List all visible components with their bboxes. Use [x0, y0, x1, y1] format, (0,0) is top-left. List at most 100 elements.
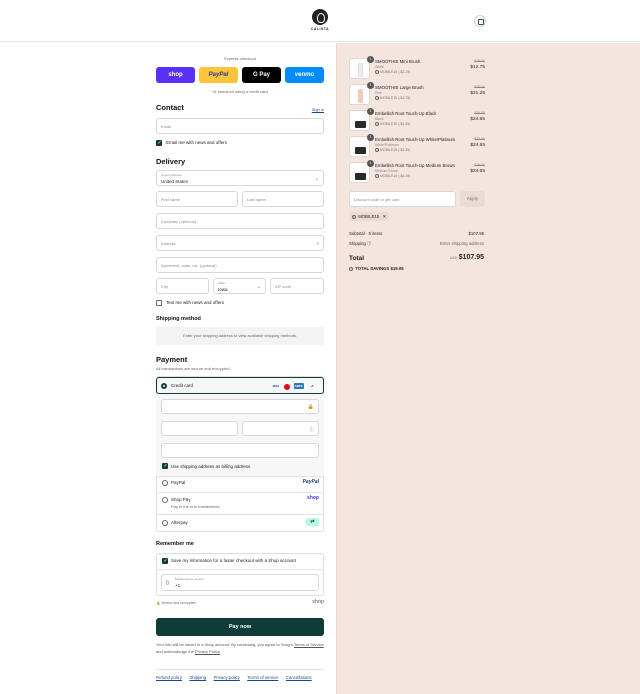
save-info-checkbox[interactable]: [162, 558, 168, 564]
last-name-field[interactable]: Last name: [242, 191, 324, 207]
pay-now-button[interactable]: Pay now: [156, 618, 324, 636]
shop-pay-radio[interactable]: [162, 497, 168, 503]
item-original-price: $25.00: [474, 85, 485, 89]
afterpay-radio[interactable]: [162, 520, 168, 526]
state-label: State: [218, 281, 226, 285]
savings-value: $19.05: [390, 266, 404, 271]
applied-code: MOBILE15: [358, 214, 380, 219]
email-news-label: Email me with news and offers: [166, 140, 227, 145]
venmo-express-button[interactable]: venmo: [285, 67, 324, 83]
visa-icon: VISA: [272, 384, 280, 388]
apply-button[interactable]: Apply: [460, 191, 485, 207]
shipping-summary: Shipping ⓘ: [349, 241, 371, 247]
shipping-link[interactable]: Shipping: [189, 675, 206, 680]
city-field[interactable]: City: [156, 278, 209, 294]
first-name-field[interactable]: First name: [156, 191, 238, 207]
city-placeholder: City: [161, 284, 168, 289]
shipping-value: Enter shipping address: [440, 241, 484, 246]
brand-logo[interactable]: CALISTA: [309, 9, 331, 31]
text-news-label: Text me with news and offers: [166, 300, 224, 305]
terms-of-service-link[interactable]: Terms of service: [247, 675, 278, 680]
item-original-price: $29.00: [474, 137, 485, 141]
item-discount: MOBILE15 (-$4.35): [375, 148, 410, 152]
cart-bag-icon[interactable]: [474, 15, 486, 27]
credit-card-option[interactable]: Credit card VISA MC AMEX +5: [156, 377, 324, 394]
company-placeholder: Company (optional): [161, 219, 196, 224]
mobile-phone-field[interactable]: ▯ Mobile phone number +1: [161, 574, 319, 591]
email-news-checkbox[interactable]: [156, 140, 162, 146]
credit-card-radio[interactable]: [161, 383, 167, 389]
product-thumbnail: 1: [349, 160, 374, 183]
paypal-radio[interactable]: [162, 480, 168, 486]
expiration-date-field[interactable]: [161, 421, 238, 436]
tag-icon: [375, 122, 379, 126]
privacy-policy-link[interactable]: Privacy policy: [214, 675, 240, 680]
shipping-method-heading: Shipping method: [156, 316, 201, 322]
state-value: Iowa: [218, 287, 228, 292]
name-on-card-field[interactable]: [161, 443, 319, 458]
shipping-method-note: Enter your shipping address to view avai…: [156, 327, 324, 345]
help-circle-icon: ⓘ: [308, 427, 314, 433]
zip-field[interactable]: ZIP code: [270, 278, 324, 294]
address-field[interactable]: Address ⌕: [156, 235, 324, 251]
item-discount-code: MOBILE15 (-$4.35): [380, 122, 411, 126]
phone-label: Mobile phone number: [175, 577, 205, 581]
payment-subtitle: All transactions are secure and encrypte…: [156, 366, 231, 371]
cancellations-link[interactable]: Cancellations: [286, 675, 312, 680]
text-news-checkbox[interactable]: [156, 300, 162, 306]
cart-item: 1 SMOOTHIE Mini Brush White MOBILE15 (-$…: [349, 56, 485, 82]
google-pay-express-button[interactable]: G Pay: [242, 67, 281, 83]
product-thumbnail: 1: [349, 82, 374, 105]
shop-pay-subtext: Pay in full or in installments: [171, 504, 220, 509]
item-price: $24.65: [470, 143, 485, 148]
first-name-placeholder: First name: [161, 197, 180, 202]
product-thumbnail: 1: [349, 108, 374, 131]
billing-same-checkbox[interactable]: [162, 463, 168, 469]
paypal-express-button[interactable]: PayPal: [199, 67, 238, 83]
state-select[interactable]: State Iowa ⌄: [213, 278, 266, 294]
security-code-field[interactable]: ⓘ: [242, 421, 319, 436]
cart-item: 1 Embellish Root Touch-Up Medium Brown M…: [349, 160, 485, 186]
subtotal-value: $107.95: [468, 231, 484, 236]
payment-heading: Payment: [156, 355, 188, 364]
quantity-badge: 1: [367, 160, 374, 167]
tag-icon: [375, 174, 379, 178]
item-variant: Pink: [375, 91, 382, 95]
item-name: SMOOTHIE Large Brush: [375, 85, 424, 90]
terms-link[interactable]: Terms of Service: [294, 642, 324, 647]
footer-links: Refund policy Shipping Privacy policy Te…: [156, 675, 324, 681]
cart-item: 1 SMOOTHIE Large Brush Pink MOBILE15 (-$…: [349, 82, 485, 108]
country-value: United States: [161, 179, 189, 184]
billing-same-label: Use shipping address as billing address: [171, 464, 251, 469]
express-checkout-title: Express checkout: [224, 56, 256, 61]
discount-code-field[interactable]: Discount code or gift card: [349, 191, 456, 207]
item-discount-code: MOBILE15 (-$4.35): [380, 174, 411, 178]
delivery-heading: Delivery: [156, 157, 186, 166]
item-name: Embellish Root Touch-Up White/Platinum: [375, 137, 456, 142]
item-discount: MOBILE15 (-$2.25): [375, 70, 410, 74]
country-select[interactable]: Country/Region United States ⌄: [156, 170, 324, 186]
item-discount-code: MOBILE15 (-$4.35): [380, 148, 411, 152]
shop-pay-logo: shop: [307, 495, 319, 501]
discount-placeholder: Discount code or gift card: [354, 197, 400, 202]
shop-pay-express-button[interactable]: shop: [156, 67, 195, 83]
card-number-field[interactable]: 🔒: [161, 399, 319, 414]
privacy-link[interactable]: Privacy Policy: [195, 649, 220, 654]
phone-value: +1: [175, 583, 181, 588]
item-name: SMOOTHIE Mini Brush: [375, 59, 421, 64]
item-name: Embellish Root Touch-Up Medium Brown: [375, 163, 455, 168]
company-field[interactable]: Company (optional): [156, 213, 324, 229]
mastercard-icon: MC: [284, 384, 291, 390]
last-name-placeholder: Last name: [247, 197, 266, 202]
email-field[interactable]: Email: [156, 118, 324, 134]
remove-discount-icon[interactable]: ✕: [382, 214, 386, 219]
legal-text-2: and acknowledge the: [156, 649, 194, 654]
sign-in-link[interactable]: Sign in: [156, 107, 324, 112]
credit-card-label: Credit card: [171, 383, 194, 388]
logo-text: CALISTA: [310, 27, 330, 31]
refund-policy-link[interactable]: Refund policy: [156, 675, 182, 680]
tag-icon: [375, 148, 379, 152]
apartment-field[interactable]: Apartment, suite, etc. (optional): [156, 257, 324, 273]
total-label: Total: [349, 255, 365, 262]
amex-icon: AMEX: [293, 383, 304, 389]
